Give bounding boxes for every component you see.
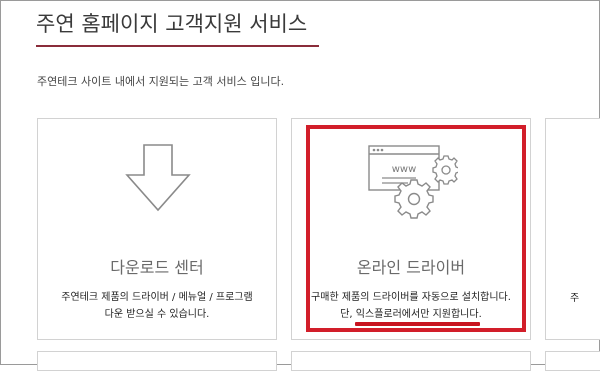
card-row2-3[interactable] <box>545 351 600 371</box>
page-title: 주연 홈페이지 고객지원 서비스 <box>36 12 308 36</box>
card-row2-1[interactable] <box>37 351 277 371</box>
highlight-underline <box>355 322 480 326</box>
card-online-driver[interactable]: www 온라인 드라이버 구매한 제품의 드라이버를 자동으로 설치합니다. 단… <box>291 118 531 340</box>
page-subtitle: 주연테크 사이트 내에서 지원되는 고객 서비스 입니다. <box>37 75 285 88</box>
card-description: 구매한 제품의 드라이버를 자동으로 설치합니다. 단, 익스플로러에서만 지원… <box>292 289 530 323</box>
card-desc-line: 단, 익스플로러에서만 지원합니다. <box>340 309 482 320</box>
card-title: 온라인 드라이버 <box>356 258 466 277</box>
card-title: 다운로드 센터 <box>110 258 204 277</box>
card-row2-2[interactable] <box>291 351 531 371</box>
card-description: 주연테크 제품의 드라이버 / 메뉴얼 / 프로그램 다운 받으실 수 있습니다… <box>38 289 276 323</box>
card-desc-line: 구매한 제품의 드라이버를 자동으로 설치합니다. <box>311 292 511 303</box>
www-label: www <box>392 164 417 175</box>
card-desc-line: 주 <box>570 293 580 304</box>
download-arrow-icon <box>125 144 191 212</box>
card-desc-line: 주연테크 제품의 드라이버 / 메뉴얼 / 프로그램 <box>61 292 253 303</box>
card-partial[interactable]: 주 <box>545 118 600 340</box>
title-underline <box>36 45 319 47</box>
browser-gears-icon: www <box>368 145 458 219</box>
card-desc-line: 다운 받으실 수 있습니다. <box>104 309 210 320</box>
card-download-center[interactable]: 다운로드 센터 주연테크 제품의 드라이버 / 메뉴얼 / 프로그램 다운 받으… <box>37 118 277 340</box>
